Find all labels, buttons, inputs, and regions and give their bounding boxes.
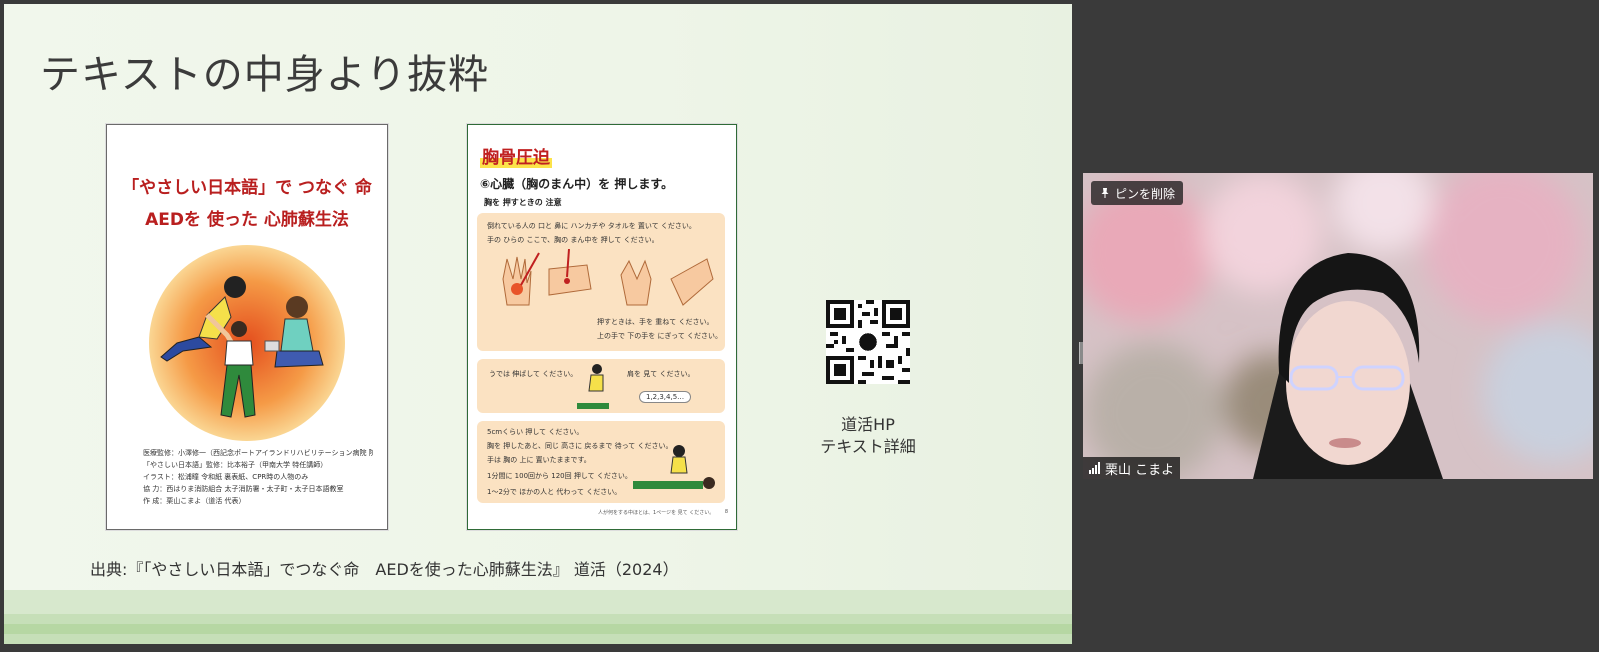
unpin-label: ピンを削除 — [1115, 186, 1176, 201]
credit-line: イラスト：松浦瞳 令和紙 裏表紙、CPR時の人物のみ — [143, 473, 309, 481]
unpin-button[interactable]: ピンを削除 — [1091, 181, 1184, 205]
signal-bars-icon — [1089, 462, 1100, 474]
panel-text: 5cmくらい 押して ください。 — [487, 428, 584, 436]
textbook-cover: 「やさしい日本語」で つなぐ 命 AEDを 使った 心肺蘇生法 医療監修：小澤修… — [106, 124, 388, 530]
credit-line: 協 力：西はりま消防組合 太子消防署・太子町・太子日本語教室 — [143, 485, 344, 493]
count-bubble: 1,2,3,4,5… — [639, 391, 692, 403]
shared-slide: テキストの中身より抜粋 「やさしい日本語」で つなぐ 命 AEDを 使った 心肺… — [4, 4, 1072, 644]
panel-text: うでは 伸ばして ください。 — [489, 370, 578, 378]
instruction-panel-2: うでは 伸ばして ください。 肩を 見て ください。 1,2,3,4,5… — [477, 359, 725, 413]
panel-text: 倒れている人の 口と 鼻に ハンカチや タオルを 置いて ください。 — [487, 222, 696, 230]
credit-line: 作 成：栗山こまよ（道活 代表） — [143, 497, 246, 505]
slide-footer-band — [4, 590, 1072, 614]
inner-footer-note: 人が何をする中ほとは、1ページを 見て ください。 — [598, 510, 715, 516]
participant-name: 栗山 こまよ — [1105, 462, 1175, 478]
textbook-inner-page: 胸骨圧迫 ⑥心臓（胸のまん中）を 押します。 胸を 押すときの 注意 倒れている… — [467, 124, 737, 530]
cover-title-line1: 「やさしい日本語」で つなぐ 命 — [122, 178, 372, 198]
pin-icon — [1101, 188, 1109, 198]
inner-heading: 胸骨圧迫 — [480, 143, 552, 168]
panel-text: 上の手で 下の手を にぎって ください。 — [597, 332, 723, 340]
qr-caption-line1: 道活HP — [841, 415, 895, 434]
slide-title: テキストの中身より抜粋 — [40, 52, 489, 98]
source-citation: 出典:『「やさしい日本語」でつなぐ命 AEDを使った心肺蘇生法』 道活（2024… — [90, 560, 679, 579]
cover-title-line2: AEDを 使った 心肺蘇生法 — [145, 210, 349, 230]
panel-text: 手の ひらの ここで、胸の まん中を 押して ください。 — [487, 236, 659, 244]
instruction-panel-3: 5cmくらい 押して ください。 胸を 押したあと、同じ 高さに 戻るまで 待っ… — [477, 421, 725, 503]
panel-text: 手は 胸の 上に 置いたままです。 — [487, 456, 591, 464]
panel-text: 押すときは、手を 重ねて ください。 — [597, 318, 714, 326]
panel-text: 1分間に 100回から 120回 押して ください。 — [487, 472, 632, 480]
cover-credits: 医療監修：小澤修一（西記念ポートアイランドリハビリテーション病院 院長） 「やさ… — [143, 447, 373, 507]
cover-illustration — [160, 276, 324, 418]
instruction-panel-1: 倒れている人の 口と 鼻に ハンカチや タオルを 置いて ください。 手の ひら… — [477, 213, 725, 351]
panel-text: 1～2分で ほかの人と 代わって ください。 — [487, 488, 622, 496]
hand-position-illustration — [502, 249, 714, 306]
inner-subheading: ⑥心臓（胸のまん中）を 押します。 — [480, 177, 674, 191]
qr-caption-line2: テキスト詳細 — [820, 437, 916, 456]
participant-name-tag: 栗山 こまよ — [1083, 457, 1181, 479]
panel-text: 肩を 見て ください。 — [627, 370, 695, 378]
credit-line: 医療監修：小澤修一（西記念ポートアイランドリハビリテーション病院 院長） — [143, 449, 373, 457]
slide-footer-band-dark — [4, 614, 1072, 644]
credit-line: 「やさしい日本語」監修：比本裕子（甲南大学 特任講師） — [143, 461, 328, 469]
qr-code — [826, 300, 910, 384]
inner-caution: 胸を 押すときの 注意 — [484, 198, 562, 207]
participant-video-tile[interactable]: ピンを削除 栗山 こまよ — [1083, 173, 1593, 479]
qr-caption: 道活HP テキスト詳細 — [810, 414, 926, 458]
cpr-side-illustration — [633, 445, 715, 489]
participant-video-feed — [1083, 173, 1593, 479]
compression-posture-illustration — [577, 364, 609, 409]
inner-page-number: 8 — [724, 509, 728, 515]
